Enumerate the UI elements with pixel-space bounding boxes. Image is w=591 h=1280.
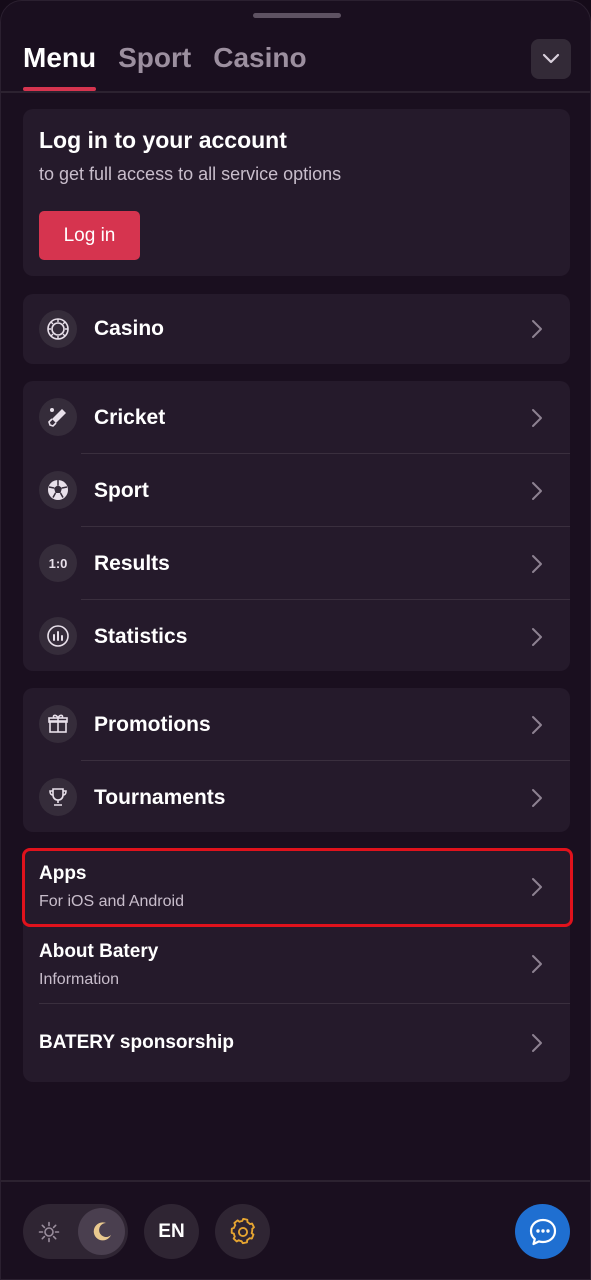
menu-item-label: Cricket (94, 405, 166, 429)
login-subtitle: to get full access to all service option… (39, 164, 342, 184)
login-button[interactable]: Log in (39, 211, 140, 260)
sun-icon[interactable] (23, 1204, 75, 1259)
sheet-grabber[interactable] (253, 13, 341, 18)
menu-item-label: Sport (94, 478, 149, 502)
menu-item-statistics[interactable]: Statistics (23, 600, 570, 673)
chevron-right-icon (532, 1034, 542, 1052)
menu-item-promotions[interactable]: Promotions (23, 688, 570, 761)
menu-item-tournaments[interactable]: Tournaments (23, 761, 570, 834)
soccer-ball-icon (39, 471, 77, 509)
info-section: Apps For iOS and Android About Batery In… (22, 848, 573, 1082)
settings-button[interactable] (215, 1204, 270, 1259)
chevron-right-icon (532, 320, 542, 338)
chevron-right-icon (532, 555, 542, 573)
chat-icon (529, 1218, 556, 1245)
chat-button[interactable] (515, 1204, 570, 1259)
menu-item-sport[interactable]: Sport (23, 454, 570, 527)
menu-item-cricket[interactable]: Cricket (23, 381, 570, 454)
sport-section: Cricket Sport 1:0 Results Statistics (23, 381, 570, 671)
apps-title: Apps (39, 863, 87, 884)
chevron-right-icon (532, 955, 542, 973)
menu-item-results[interactable]: 1:0 Results (23, 527, 570, 600)
language-button[interactable]: EN (144, 1204, 199, 1259)
moon-icon[interactable] (78, 1208, 125, 1255)
theme-toggle[interactable] (23, 1204, 128, 1259)
about-subtitle: Information (39, 971, 120, 988)
collapse-button[interactable] (531, 39, 571, 79)
cricket-bat-icon (39, 398, 77, 436)
menu-item-label: Statistics (94, 624, 188, 648)
chevron-right-icon (532, 482, 542, 500)
promo-section: Promotions Tournaments (23, 688, 570, 832)
chevron-right-icon (532, 409, 542, 427)
menu-item-label: Results (94, 551, 170, 575)
score-icon: 1:0 (39, 544, 77, 582)
apps-subtitle: For iOS and Android (39, 893, 184, 910)
login-card: Log in to your account to get full acces… (23, 109, 570, 276)
footer-divider (1, 1180, 590, 1182)
tab-casino[interactable]: Casino (213, 41, 306, 91)
gift-icon (39, 705, 77, 743)
menu-item-about[interactable]: About Batery Information (23, 927, 570, 1004)
tab-menu[interactable]: Menu (23, 41, 97, 91)
about-title: About Batery (39, 941, 159, 962)
chevron-right-icon (532, 878, 542, 896)
menu-sheet: Menu Sport Casino Log in to your account… (0, 0, 591, 1280)
chevron-right-icon (532, 716, 542, 734)
highlight-box (22, 848, 573, 927)
casino-section: Casino (23, 294, 570, 364)
menu-item-casino[interactable]: Casino (23, 294, 570, 364)
menu-item-label: Tournaments (94, 785, 226, 809)
trophy-icon (39, 778, 77, 816)
menu-item-sponsorship[interactable]: BATERY sponsorship (23, 1004, 570, 1082)
chevron-down-icon (542, 53, 560, 64)
casino-chip-icon (39, 310, 77, 348)
login-title: Log in to your account (39, 127, 287, 153)
tabs-divider (1, 91, 590, 93)
menu-item-apps[interactable]: Apps For iOS and Android (22, 848, 573, 927)
chevron-right-icon (532, 789, 542, 807)
tab-sport[interactable]: Sport (118, 41, 191, 91)
statistics-icon (39, 617, 77, 655)
sponsorship-title: BATERY sponsorship (39, 1032, 234, 1053)
menu-item-label: Casino (94, 317, 165, 340)
chevron-right-icon (532, 628, 542, 646)
gear-icon (230, 1217, 255, 1244)
menu-item-label: Promotions (94, 712, 211, 736)
top-tabs: Menu Sport Casino (23, 41, 307, 91)
